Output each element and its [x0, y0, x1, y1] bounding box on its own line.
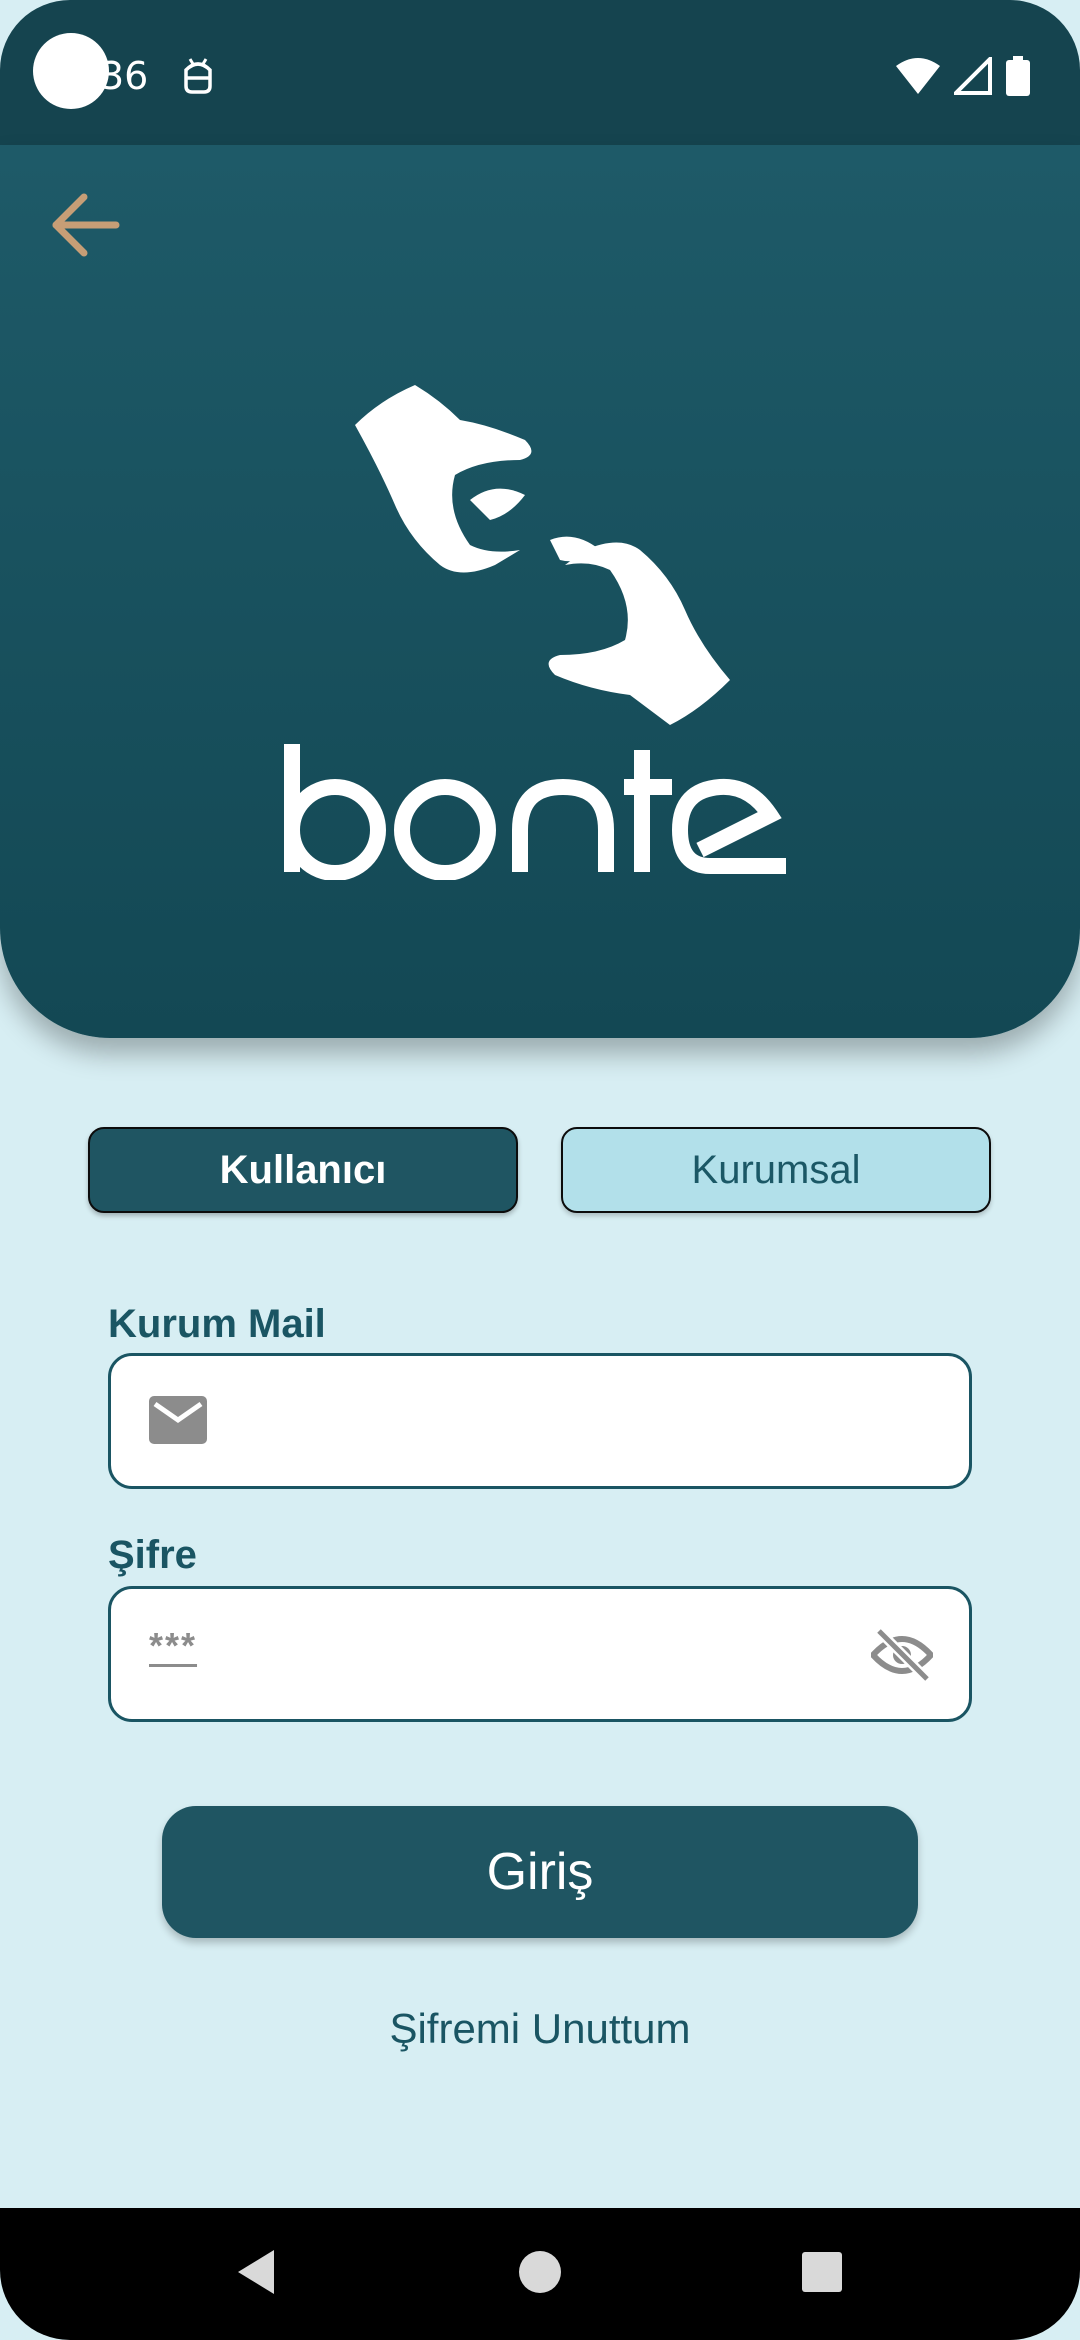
email-label: Kurum Mail — [108, 1302, 326, 1346]
recents-square-icon[interactable] — [800, 2248, 844, 2296]
hands-logo-icon — [355, 385, 730, 725]
password-mask: *** — [149, 1625, 198, 1666]
wifi-icon — [896, 58, 940, 94]
status-time: 36 — [100, 54, 149, 98]
email-field[interactable] — [108, 1353, 972, 1489]
forgot-password-link[interactable]: Şifremi Unuttum — [0, 2005, 1080, 2053]
battery-icon — [1006, 56, 1030, 96]
back-button[interactable] — [40, 180, 130, 270]
phone-screen: 36 Kullanıcı Kurumsal Kurum Mail Şifre *… — [0, 0, 1080, 2340]
password-field[interactable]: *** — [108, 1586, 972, 1722]
status-bar: 36 — [0, 0, 1080, 145]
eye-off-icon[interactable] — [871, 1627, 933, 1683]
password-label: Şifre — [108, 1533, 197, 1577]
android-debug-icon — [184, 58, 212, 94]
login-button[interactable]: Giriş — [162, 1806, 918, 1938]
camera-cutout — [33, 33, 109, 109]
navigation-bar — [0, 2208, 1080, 2340]
signal-icon — [954, 57, 992, 95]
back-triangle-icon[interactable] — [236, 2248, 276, 2296]
tab-user[interactable]: Kullanıcı — [88, 1127, 518, 1213]
home-circle-icon[interactable] — [518, 2248, 562, 2296]
mail-icon — [149, 1396, 207, 1444]
tab-corporate[interactable]: Kurumsal — [561, 1127, 991, 1213]
logo-wordmark: bonte — [0, 740, 1080, 885]
arrow-left-icon — [52, 193, 120, 257]
